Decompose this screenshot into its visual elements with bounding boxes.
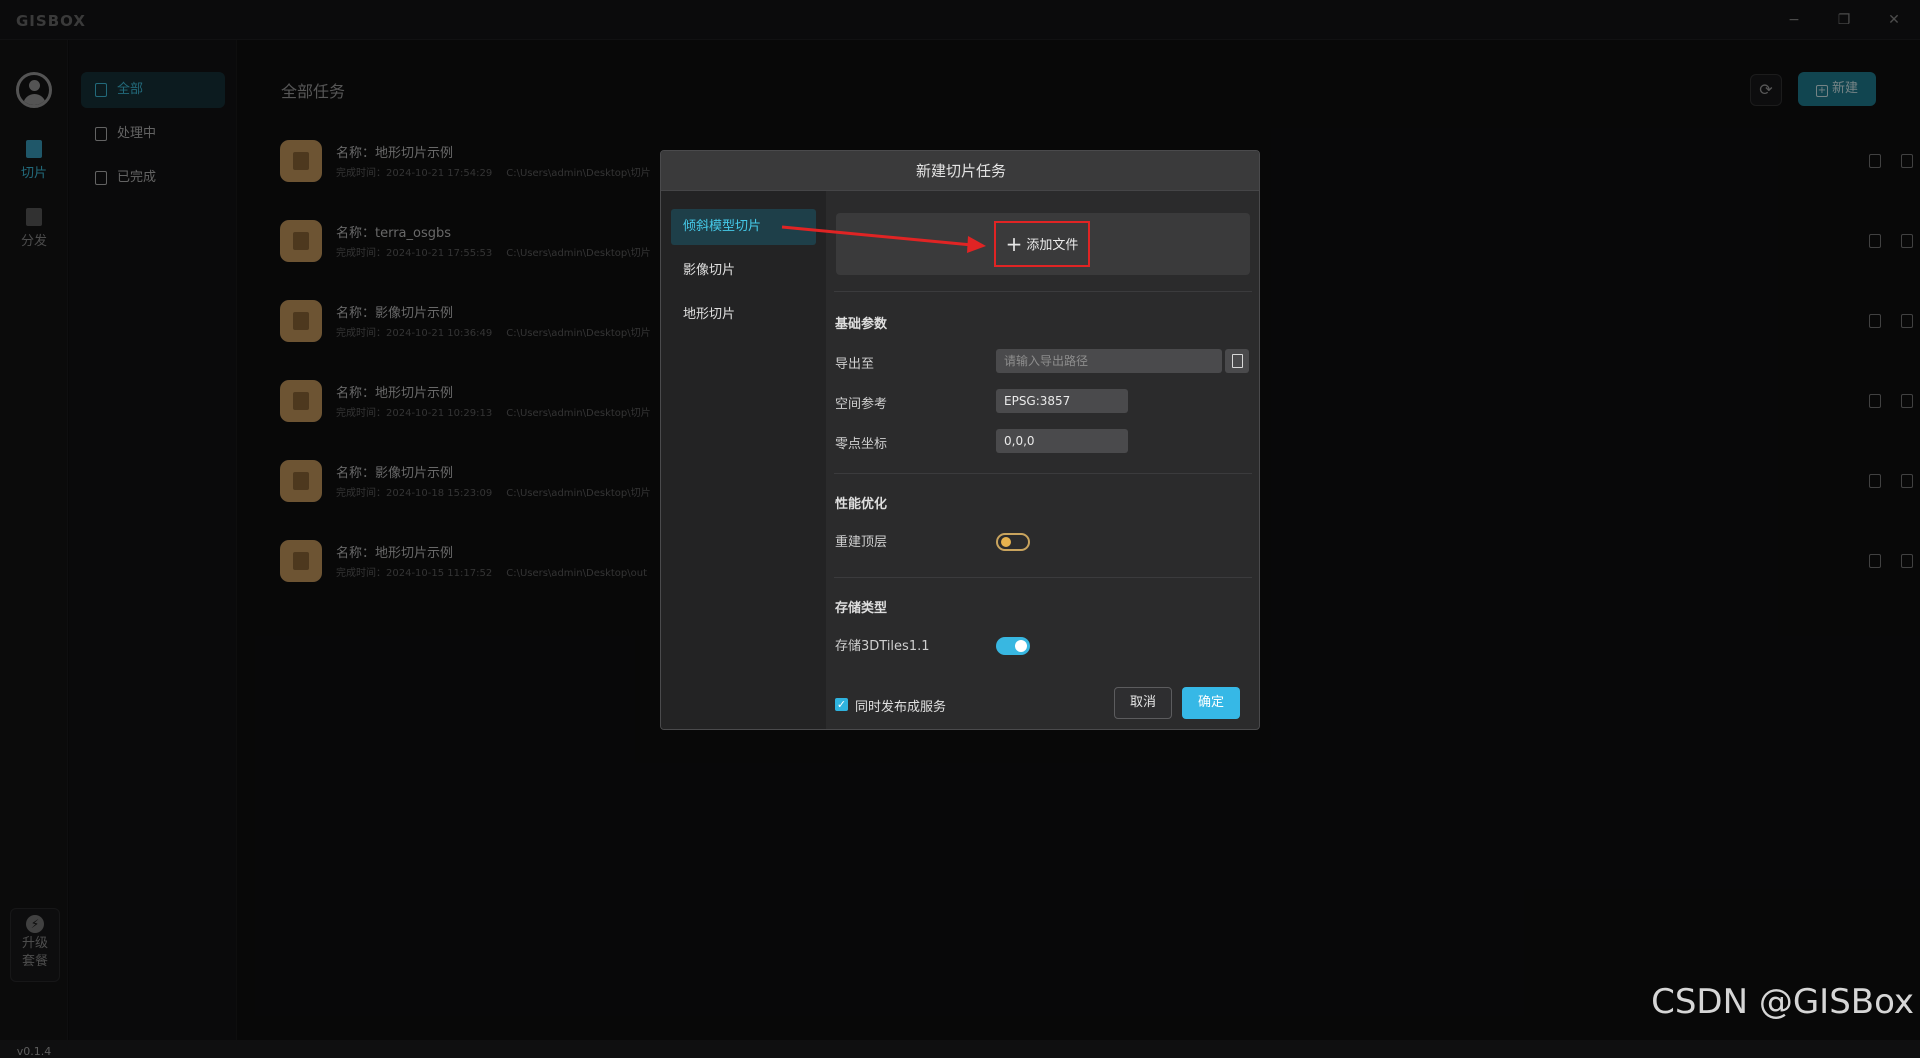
divider: [834, 577, 1252, 578]
cancel-button[interactable]: 取消: [1114, 687, 1172, 719]
dialog-title: 新建切片任务: [661, 151, 1259, 191]
export-path-input[interactable]: 请输入导出路径: [996, 349, 1222, 373]
srs-label: 空间参考: [835, 397, 888, 412]
storage-type-title: 存储类型: [835, 601, 888, 616]
publish-checkbox[interactable]: ✓: [835, 698, 848, 711]
toggle-knob: [1015, 640, 1027, 652]
divider: [834, 473, 1252, 474]
tab-terrain[interactable]: 地形切片: [671, 297, 816, 333]
tab-imagery[interactable]: 影像切片: [671, 253, 816, 289]
toggle-knob: [1001, 537, 1011, 547]
add-file-button[interactable]: + 添加文件: [994, 221, 1090, 267]
tiles-label: 存储3DTiles1.1: [835, 639, 930, 654]
publish-label: 同时发布成服务: [855, 700, 947, 715]
srs-input[interactable]: EPSG:3857: [996, 389, 1128, 413]
new-slice-task-dialog: 新建切片任务 倾斜模型切片 影像切片 地形切片 + 添加文件 基础参数 导出至 请…: [660, 150, 1260, 730]
add-file-label: 添加文件: [1026, 238, 1079, 253]
file-drop-zone[interactable]: + 添加文件: [836, 213, 1250, 275]
basic-params-title: 基础参数: [835, 317, 888, 332]
confirm-button[interactable]: 确定: [1182, 687, 1240, 719]
origin-input[interactable]: 0,0,0: [996, 429, 1128, 453]
watermark-text: CSDN @GISBox: [1651, 982, 1914, 1022]
export-label: 导出至: [835, 357, 875, 372]
origin-label: 零点坐标: [835, 437, 888, 452]
dialog-body: + 添加文件 基础参数 导出至 请输入导出路径 空间参考 EPSG:3857 零点…: [826, 191, 1259, 729]
rebuild-top-label: 重建顶层: [835, 535, 888, 550]
tiles-toggle[interactable]: [996, 637, 1030, 655]
tab-oblique-model[interactable]: 倾斜模型切片: [671, 209, 816, 245]
performance-title: 性能优化: [835, 497, 888, 512]
slice-type-nav: 倾斜模型切片 影像切片 地形切片: [661, 191, 826, 729]
rebuild-top-toggle[interactable]: [996, 533, 1030, 551]
plus-icon: +: [1005, 232, 1023, 256]
app-version: v0.1.4: [16, 1045, 52, 1058]
divider: [834, 291, 1252, 292]
browse-folder-icon[interactable]: [1225, 349, 1249, 373]
